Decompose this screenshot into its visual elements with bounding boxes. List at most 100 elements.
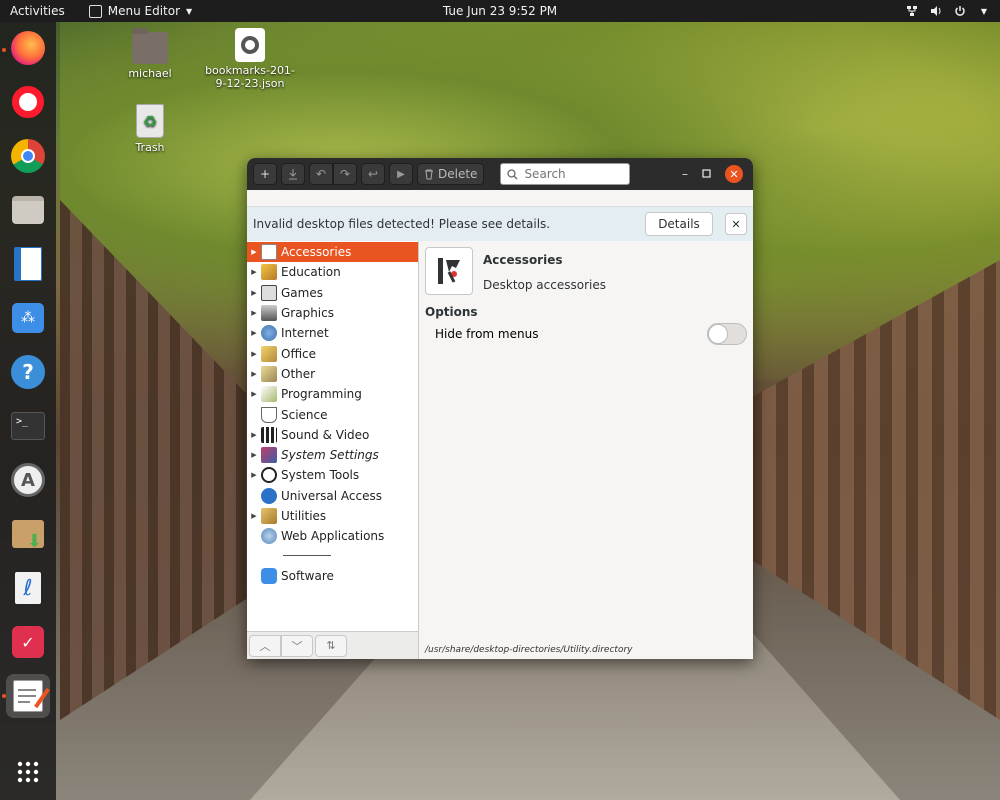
- details-pane: Accessories Desktop accessories Options …: [419, 241, 753, 659]
- redo-button[interactable]: ↷: [333, 163, 357, 185]
- tree-item-web-applications[interactable]: Web Applications: [247, 526, 418, 546]
- utilities-category-icon: [261, 508, 277, 524]
- minimize-button[interactable]: –: [682, 167, 688, 181]
- plus-icon: +: [259, 167, 271, 181]
- office-category-icon: [261, 345, 277, 362]
- desktop-icon-trash[interactable]: ♻ Trash: [110, 104, 190, 154]
- move-up-button[interactable]: ︿: [249, 634, 281, 657]
- search-input[interactable]: [524, 167, 615, 181]
- desktop-icon-home[interactable]: michael: [110, 28, 190, 80]
- tree-separator: [247, 546, 418, 564]
- tree-item-system-tools[interactable]: ▶ System Tools: [247, 465, 418, 485]
- dock-writer-app[interactable]: ℓ: [6, 566, 50, 610]
- revert-icon: ↩: [367, 167, 379, 181]
- science-category-icon: [261, 406, 277, 423]
- menu-tree-extra: Software: [247, 564, 418, 585]
- software-updater-icon: A: [11, 463, 45, 497]
- tree-item-science[interactable]: Science: [247, 404, 418, 424]
- tree-item-graphics[interactable]: ▶ Graphics: [247, 303, 418, 323]
- tree-item-software[interactable]: Software: [247, 565, 418, 585]
- tree-item-universal-access[interactable]: Universal Access: [247, 486, 418, 506]
- tree-item-label: System Settings: [281, 448, 379, 463]
- dock-opera[interactable]: [6, 80, 50, 124]
- tree-item-label: Games: [281, 285, 323, 300]
- details-button[interactable]: Details: [645, 212, 713, 236]
- system-tray[interactable]: ▼: [906, 5, 990, 17]
- todo-icon: ✓: [12, 626, 44, 658]
- tree-item-accessories[interactable]: ▶ Accessories: [247, 242, 418, 263]
- dock-archive[interactable]: ⬇: [6, 512, 50, 556]
- dock-software[interactable]: ⁂: [6, 296, 50, 340]
- accessories-icon: [438, 258, 460, 284]
- add-button[interactable]: +: [253, 163, 277, 185]
- programming-category-icon: [261, 386, 277, 403]
- app-menu[interactable]: Menu Editor ▼: [88, 4, 192, 18]
- accessories-category-icon: [261, 244, 277, 261]
- dock-help[interactable]: ?: [6, 350, 50, 394]
- search-icon: [507, 168, 518, 179]
- desktop-icon-json[interactable]: bookmarks-201-9-12-23.json: [204, 28, 296, 90]
- install-button[interactable]: [281, 163, 305, 185]
- show-apps-button[interactable]: [6, 750, 50, 794]
- expander-arrow-icon[interactable]: ▶: [247, 512, 261, 520]
- expander-arrow-icon[interactable]: ▶: [247, 248, 261, 256]
- system-settings-category-icon: [261, 447, 277, 464]
- expander-arrow-icon[interactable]: ▶: [247, 370, 261, 378]
- maximize-button[interactable]: [702, 167, 711, 181]
- infobar-close-button[interactable]: ✕: [725, 213, 747, 235]
- writer-app-icon: ℓ: [15, 572, 41, 604]
- options-heading: Options: [425, 305, 478, 319]
- tree-item-label: Utilities: [281, 509, 327, 523]
- games-category-icon: [261, 284, 277, 301]
- tree-item-other[interactable]: ▶ Other: [247, 364, 418, 384]
- hide-toggle[interactable]: [707, 323, 747, 345]
- tree-item-programming[interactable]: ▶ Programming: [247, 384, 418, 404]
- tree-item-office[interactable]: ▶ Office: [247, 343, 418, 363]
- dock-todo[interactable]: ✓: [6, 620, 50, 664]
- dock-files[interactable]: [6, 188, 50, 232]
- expander-arrow-icon[interactable]: ▶: [247, 350, 261, 358]
- revert-button[interactable]: ↩: [361, 163, 385, 185]
- dock-software-updater[interactable]: A: [6, 458, 50, 502]
- expander-arrow-icon[interactable]: ▶: [247, 431, 261, 439]
- expander-arrow-icon[interactable]: ▶: [247, 329, 261, 337]
- category-comment: Desktop accessories: [483, 278, 606, 292]
- tree-toolbar: ︿ ﹀ ⇅: [247, 631, 418, 659]
- app-grid-icon: [17, 761, 39, 783]
- dock-menu-editor[interactable]: [6, 674, 50, 718]
- play-icon: ▶: [397, 168, 405, 180]
- move-down-button[interactable]: ﹀: [281, 634, 313, 657]
- expander-arrow-icon[interactable]: ▶: [247, 471, 261, 479]
- tree-item-system-settings[interactable]: ▶ System Settings: [247, 445, 418, 465]
- expander-arrow-icon[interactable]: ▶: [247, 451, 261, 459]
- tree-item-label: Other: [281, 366, 316, 381]
- directory-path: /usr/share/desktop-directories/Utility.d…: [425, 645, 633, 655]
- tree-item-internet[interactable]: ▶ Internet: [247, 323, 418, 343]
- activities-button[interactable]: Activities: [0, 4, 75, 18]
- clock[interactable]: Tue Jun 23 9:52 PM: [443, 4, 557, 18]
- tree-item-utilities[interactable]: ▶ Utilities: [247, 506, 418, 526]
- dock-chrome[interactable]: [6, 134, 50, 178]
- tree-item-sound-video[interactable]: ▶ Sound & Video: [247, 425, 418, 445]
- sort-button[interactable]: ⇅: [315, 634, 347, 657]
- expander-arrow-icon[interactable]: ▶: [247, 268, 261, 276]
- menu-editor-icon: [13, 680, 50, 712]
- close-window-button[interactable]: ✕: [725, 165, 743, 183]
- toggle-knob: [708, 324, 728, 344]
- search-field[interactable]: [500, 163, 631, 185]
- expander-arrow-icon[interactable]: ▶: [247, 309, 261, 317]
- dock-terminal[interactable]: >_: [6, 404, 50, 448]
- sort-icon: ⇅: [326, 639, 336, 652]
- dock-firefox[interactable]: [6, 26, 50, 70]
- dock-writer[interactable]: [6, 242, 50, 286]
- accessories-icon-button[interactable]: [425, 247, 473, 295]
- undo-button[interactable]: ↶: [309, 163, 333, 185]
- detail-header: Accessories Desktop accessories: [425, 247, 747, 295]
- delete-button[interactable]: Delete: [417, 163, 485, 185]
- expander-arrow-icon[interactable]: ▶: [247, 390, 261, 398]
- expander-arrow-icon[interactable]: ▶: [247, 289, 261, 297]
- run-button[interactable]: ▶: [389, 163, 413, 185]
- tree-item-games[interactable]: ▶ Games: [247, 283, 418, 303]
- files-icon: [12, 196, 44, 224]
- tree-item-education[interactable]: ▶ Education: [247, 262, 418, 282]
